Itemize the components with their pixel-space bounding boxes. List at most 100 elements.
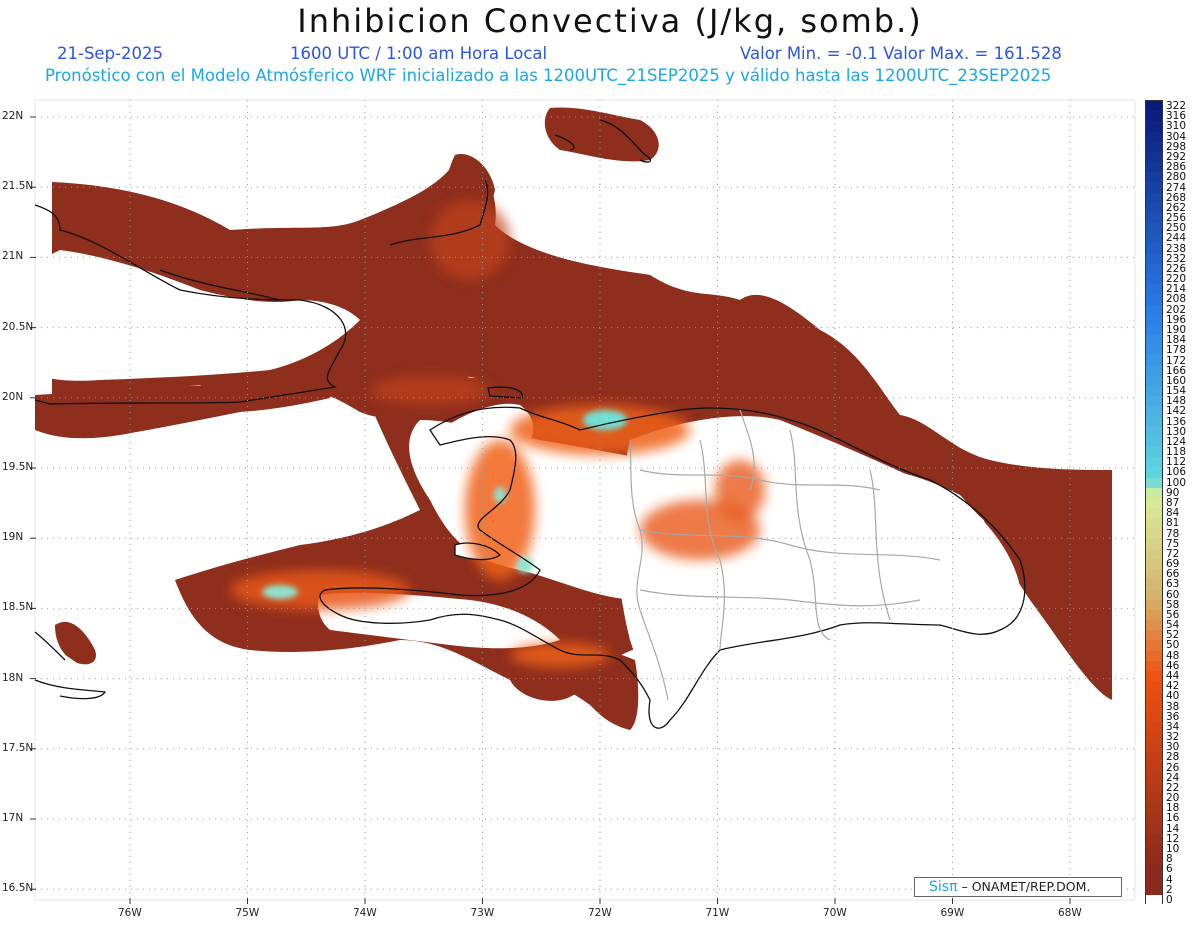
colorbar-segment — [1146, 314, 1162, 326]
colorbar-segment — [1146, 548, 1162, 560]
colorbar-label: 274 — [1166, 181, 1187, 194]
colorbar-segment — [1146, 518, 1162, 529]
colorbar-segment — [1146, 121, 1162, 133]
colorbar-segment — [1146, 793, 1162, 804]
lat-label: 17.5N — [2, 741, 34, 754]
colorbar-segment — [1146, 162, 1162, 173]
lon-label: 72W — [588, 907, 612, 919]
lon-label: 75W — [235, 907, 260, 919]
colorbar-segment — [1146, 182, 1162, 194]
lat-label: 17N — [2, 812, 24, 824]
colorbar-label: 0 — [1166, 893, 1173, 906]
colorbar-segment — [1146, 202, 1162, 214]
colorbar-segment — [1146, 335, 1162, 346]
map-canvas — [30, 99, 1136, 904]
colorbar-segment — [1146, 263, 1162, 275]
colorbar-segment — [1146, 416, 1162, 428]
colorbar-segment — [1146, 772, 1162, 784]
credit-text: – ONAMET/REP.DOM. — [961, 879, 1091, 894]
colorbar-segment — [1146, 426, 1162, 438]
colorbar-segment — [1146, 151, 1162, 163]
colorbar-segment — [1146, 324, 1162, 336]
colorbar-segment — [1146, 172, 1162, 183]
lon-label: 76W — [118, 907, 142, 919]
colorbar-segment — [1146, 823, 1162, 835]
colorbar-segment — [1146, 457, 1162, 468]
colorbar-segment — [1146, 691, 1162, 702]
credit-box: Sisπ – ONAMET/REP.DOM. — [914, 877, 1122, 897]
colorbar-segment — [1146, 599, 1162, 611]
colorbar-segment — [1146, 742, 1162, 753]
colorbar-segment — [1146, 843, 1162, 855]
hot-zone-1 — [230, 570, 410, 610]
colorbar-segment — [1146, 274, 1162, 285]
lat-label: 18N — [2, 671, 24, 684]
colorbar-segment — [1146, 212, 1162, 224]
lat-label: 19N — [2, 531, 24, 544]
colorbar-label: 208 — [1166, 293, 1187, 306]
lon-label: 68W — [1058, 907, 1082, 919]
colorbar-segment — [1146, 223, 1162, 234]
colorbar-segment — [1146, 508, 1162, 519]
lat-label: 19.5N — [2, 461, 34, 473]
colorbar-segment — [1146, 803, 1162, 814]
lon-label: 69W — [940, 907, 965, 919]
colorbar-segment — [1146, 884, 1162, 896]
colorbar-segment — [1146, 681, 1162, 692]
colorbar-segment — [1146, 752, 1162, 763]
colorbar-segment — [1146, 131, 1162, 143]
colorbar-segment — [1146, 385, 1162, 397]
colorbar-label: 81 — [1166, 517, 1180, 530]
colorbar-segment — [1146, 253, 1162, 265]
colorbar — [1145, 100, 1163, 906]
colorbar-segment — [1146, 345, 1162, 356]
lon-label: 70W — [823, 907, 847, 919]
colorbar-label: 28 — [1166, 751, 1180, 764]
lon-label: 74W — [353, 907, 377, 919]
lat-label: 20.5N — [2, 320, 34, 333]
cyan-zone-2 — [262, 585, 298, 599]
colorbar-segment — [1146, 813, 1162, 825]
colorbar-segment — [1146, 487, 1162, 499]
colorbar-segment — [1146, 650, 1162, 662]
colorbar-segment — [1146, 854, 1162, 865]
colorbar-segment — [1146, 304, 1162, 316]
colorbar-segment — [1146, 111, 1162, 122]
colorbar-segment — [1146, 701, 1162, 713]
cyan-zone-3 — [494, 487, 506, 503]
hot-zone-6 — [430, 200, 510, 280]
colorbar-segment — [1146, 436, 1162, 448]
colorbar-label: 106 — [1166, 466, 1187, 479]
colorbar-segment — [1146, 538, 1162, 550]
colorbar-label: 50 — [1166, 639, 1180, 652]
colorbar-segment — [1146, 864, 1162, 875]
colorbar-segment — [1146, 355, 1162, 367]
colorbar-segment — [1146, 101, 1162, 112]
colorbar-segment — [1146, 620, 1162, 631]
colorbar-segment — [1146, 711, 1162, 723]
colorbar-segment — [1146, 497, 1162, 509]
colorbar-segment — [1146, 894, 1162, 906]
lat-label: 21.5N — [2, 180, 34, 193]
colorbar-segment — [1146, 558, 1162, 570]
colorbar-segment — [1146, 375, 1162, 387]
cyan-zone-1 — [583, 410, 627, 430]
colorbar-label: 280 — [1166, 171, 1187, 184]
colorbar-segment — [1146, 467, 1162, 479]
colorbar-segment — [1146, 243, 1162, 255]
colorbar-segment — [1146, 233, 1162, 244]
hot-zone-7 — [715, 460, 765, 520]
colorbar-segment — [1146, 762, 1162, 774]
colorbar-label: 6 — [1166, 863, 1173, 876]
colorbar-segment — [1146, 721, 1162, 733]
colorbar-segment — [1146, 284, 1162, 295]
colorbar-segment — [1146, 396, 1162, 407]
colorbar-segment — [1146, 447, 1162, 458]
colorbar-segment — [1146, 192, 1162, 204]
colorbar-segment — [1146, 640, 1162, 652]
colorbar-label: 178 — [1166, 344, 1187, 357]
colorbar-segment — [1146, 141, 1162, 153]
credit-brand: Sisπ — [929, 879, 958, 895]
lat-label: 20N — [2, 390, 24, 403]
lat-label: 22N — [2, 110, 24, 122]
